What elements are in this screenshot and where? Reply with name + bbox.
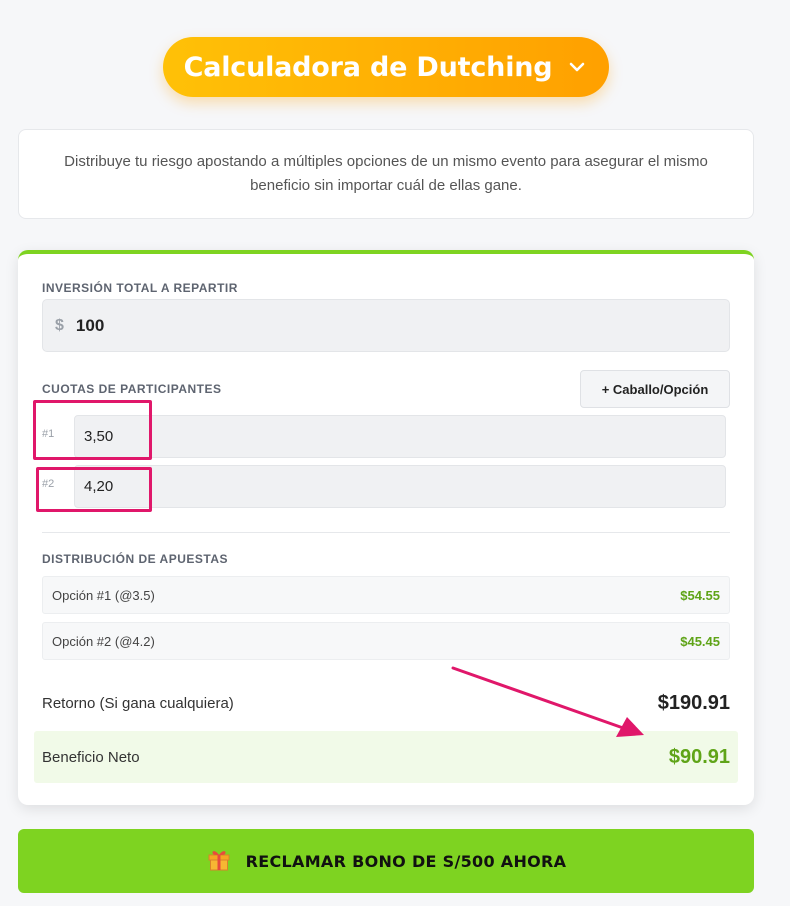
description-text: Distribuye tu riesgo apostando a múltipl… xyxy=(64,153,708,194)
investment-input[interactable]: $ 100 xyxy=(42,299,730,352)
distribution-option: Opción #2 (@4.2) xyxy=(52,633,155,649)
calculator-title-dropdown[interactable]: Calculadora de Dutching xyxy=(163,37,609,97)
claim-bonus-button[interactable]: RECLAMAR BONO DE S/500 AHORA xyxy=(18,829,754,893)
return-row: Retorno (Si gana cualquiera) $190.91 xyxy=(42,692,730,715)
distribution-row: Opción #2 (@4.2) $45.45 xyxy=(42,622,730,660)
add-option-button[interactable]: + Caballo/Opción xyxy=(580,370,730,408)
calculator-card: Inversión total a repartir $ 100 Cuotas … xyxy=(18,250,754,805)
investment-value: 100 xyxy=(75,315,105,335)
odds-label: Cuotas de participantes xyxy=(42,382,222,396)
chevron-down-icon xyxy=(566,56,588,78)
net-profit-label: Beneficio Neto xyxy=(42,748,140,766)
net-profit-value: $90.91 xyxy=(668,745,730,768)
distribution-row: Opción #1 (@3.5) $54.55 xyxy=(42,576,730,614)
return-value: $190.91 xyxy=(657,692,730,714)
odds-index: #2 xyxy=(42,478,55,490)
net-profit-row: Beneficio Neto $90.91 xyxy=(34,731,738,783)
page-title: Calculadora de Dutching xyxy=(183,51,553,83)
odds-row: #2 4,20 xyxy=(38,465,728,508)
distribution-amount: $45.45 xyxy=(680,633,720,649)
investment-label: Inversión total a repartir xyxy=(42,281,238,295)
distribution-label: Distribución de apuestas xyxy=(42,552,229,566)
section-divider xyxy=(42,532,730,533)
odds-input-1[interactable]: 3,50 xyxy=(74,415,726,458)
claim-bonus-label: RECLAMAR BONO DE S/500 AHORA xyxy=(245,851,567,871)
currency-symbol: $ xyxy=(55,316,64,334)
odds-row: #1 3,50 xyxy=(38,415,728,458)
return-label: Retorno (Si gana cualquiera) xyxy=(42,695,234,712)
odds-index: #1 xyxy=(42,428,55,440)
gift-icon xyxy=(206,846,232,877)
description-card: Distribuye tu riesgo apostando a múltipl… xyxy=(18,129,754,219)
odds-input-2[interactable]: 4,20 xyxy=(74,465,726,508)
distribution-option: Opción #1 (@3.5) xyxy=(52,587,155,603)
distribution-amount: $54.55 xyxy=(680,587,720,603)
